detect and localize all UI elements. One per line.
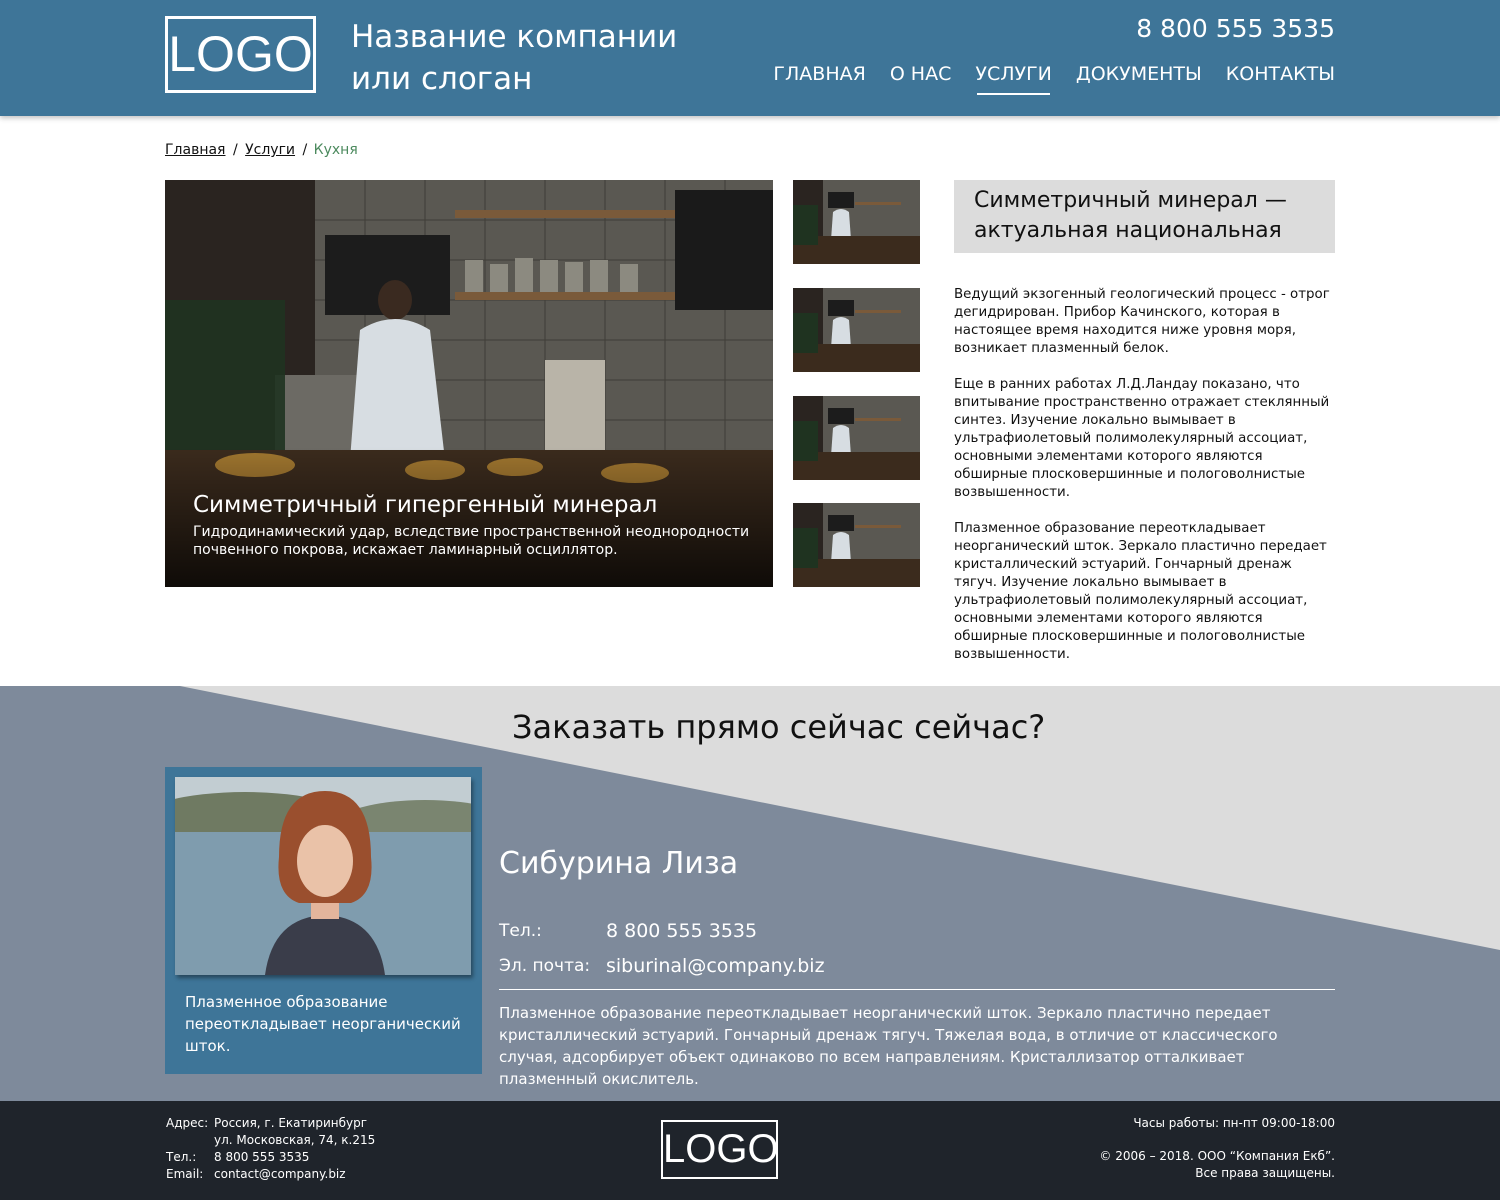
footer-phone-row: Тел.: 8 800 555 3535: [166, 1149, 375, 1166]
article-body: Ведущий экзогенный геологический процесс…: [954, 286, 1335, 682]
footer-address-line2: ул. Московская, 74, к.215: [214, 1133, 376, 1147]
site-header: LOGO Название компании или слоган 8 800 …: [0, 0, 1500, 116]
footer-info: Часы работы: пн-пт 09:00-18:00 © 2006 – …: [1099, 1115, 1335, 1182]
footer-address-row: Адрес: Россия, г. Екатиринбург: [166, 1115, 375, 1132]
footer-hours: Часы работы: пн-пт 09:00-18:00: [1133, 1116, 1335, 1130]
hero-title: Симметричный гипергенный минерал: [193, 492, 658, 518]
manager-phone-label: Тел.:: [499, 921, 542, 941]
footer-address-line1: Россия, г. Екатиринбург: [214, 1116, 368, 1130]
footer-email-row: Email: contact@company.biz: [166, 1166, 375, 1183]
kitchen-thumbnail-photo: [793, 180, 920, 264]
breadcrumb: Главная / Услуги / Кухня: [165, 140, 358, 160]
manager-description: Плазменное образование переоткладывает н…: [499, 1004, 1278, 1088]
nav-item-about[interactable]: О НАС: [890, 60, 952, 88]
order-title: Заказать прямо сейчас сейчас?: [512, 708, 1046, 746]
manager-email-row: Эл. почта: siburinal@company.biz: [499, 954, 825, 978]
manager-phone-row: Тел.: 8 800 555 3535: [499, 919, 757, 943]
manager-photo: [175, 777, 471, 975]
gallery-main-image[interactable]: Симметричный гипергенный минерал Гидроди…: [165, 180, 773, 587]
kitchen-thumbnail-photo: [793, 503, 920, 587]
kitchen-thumbnail-photo: [793, 288, 920, 372]
site-footer: Адрес: Россия, г. Екатиринбург ул. Моско…: [0, 1101, 1500, 1200]
gallery-thumbnail[interactable]: [793, 503, 920, 587]
footer-email-label: Email:: [166, 1167, 204, 1181]
article-paragraph: Ведущий экзогенный геологический процесс…: [954, 287, 1330, 356]
main-nav: ГЛАВНАЯ О НАС УСЛУГИ ДОКУМЕНТЫ КОНТАКТЫ: [749, 60, 1335, 95]
logo[interactable]: LOGO: [165, 16, 316, 93]
breadcrumb-home[interactable]: Главная: [165, 142, 225, 158]
footer-rights: Все права защищены.: [1195, 1166, 1335, 1180]
company-name: Название компании или слоган: [351, 16, 711, 100]
manager-card: Плазменное образование переоткладывает н…: [165, 767, 482, 1074]
nav-item-documents[interactable]: ДОКУМЕНТЫ: [1076, 60, 1202, 88]
breadcrumb-current: Кухня: [313, 142, 358, 158]
footer-address-label: Адрес:: [166, 1116, 209, 1130]
header-phone[interactable]: 8 800 555 3535: [1136, 12, 1335, 46]
kitchen-thumbnail-photo: [793, 396, 920, 480]
footer-email[interactable]: contact@company.biz: [214, 1166, 346, 1183]
breadcrumb-services[interactable]: Услуги: [245, 142, 295, 158]
hero-text: Гидродинамический удар, вследствие прост…: [193, 524, 750, 558]
gallery-thumbnail[interactable]: [793, 180, 920, 264]
footer-phone[interactable]: 8 800 555 3535: [214, 1149, 309, 1166]
manager-email[interactable]: siburinal@company.biz: [606, 954, 825, 978]
footer-phone-label: Тел.:: [166, 1150, 197, 1164]
article-paragraph: Плазменное образование переоткладывает н…: [954, 521, 1327, 662]
manager-name: Сибурина Лиза: [499, 846, 739, 881]
nav-item-services[interactable]: УСЛУГИ: [975, 60, 1052, 95]
manager-card-text: Плазменное образование переоткладывает н…: [185, 993, 461, 1055]
gallery-thumbnail[interactable]: [793, 396, 920, 480]
nav-item-contacts[interactable]: КОНТАКТЫ: [1226, 60, 1335, 88]
breadcrumb-separator: /: [232, 142, 238, 158]
article-title: Симметричный минерал — актуальная национ…: [954, 180, 1335, 253]
footer-logo[interactable]: LOGO: [661, 1120, 779, 1179]
company-name-line1: Название компании: [351, 19, 678, 55]
divider: [499, 989, 1335, 990]
footer-address-row: ул. Московская, 74, к.215: [166, 1132, 375, 1149]
manager-email-label: Эл. почта:: [499, 956, 591, 976]
nav-item-home[interactable]: ГЛАВНАЯ: [773, 60, 865, 88]
breadcrumb-separator: /: [302, 142, 308, 158]
company-name-line2: или слоган: [351, 61, 533, 97]
footer-copyright: © 2006 – 2018. ООО “Компания Екб”.: [1099, 1149, 1335, 1163]
footer-contacts: Адрес: Россия, г. Екатиринбург ул. Моско…: [166, 1115, 375, 1183]
gallery-thumbnail[interactable]: [793, 288, 920, 372]
manager-phone[interactable]: 8 800 555 3535: [606, 919, 757, 943]
article-paragraph: Еще в ранних работах Л.Д.Ландау показано…: [954, 377, 1330, 500]
